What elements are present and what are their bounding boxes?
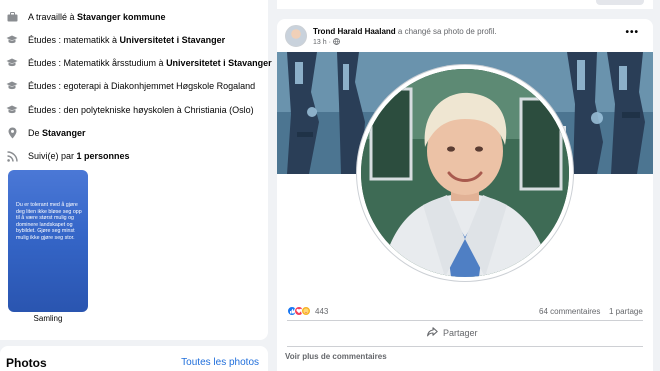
briefcase-icon (6, 11, 18, 23)
post-action: a changé sa photo de profil. (395, 27, 497, 36)
intro-card: A travaillé à Stavanger kommune Études :… (0, 0, 272, 340)
post-timestamp[interactable]: 13 h · (313, 38, 340, 47)
graduation-cap-icon (6, 104, 18, 116)
intro-item-study[interactable]: Études : Matematikk årsstudium à Univers… (6, 54, 272, 72)
graduation-cap-icon (6, 80, 18, 92)
intro-item-work[interactable]: A travaillé à Stavanger kommune (6, 8, 166, 26)
intro-item-text: Études : den polytekniske høyskolen à Ch… (28, 105, 254, 115)
see-more-comments-link[interactable]: Voir plus de commentaires (285, 352, 387, 361)
previous-post-button[interactable] (596, 0, 644, 5)
reaction-count: 443 (315, 306, 329, 316)
intro-item-text: De Stavanger (28, 128, 86, 138)
avatar[interactable] (285, 25, 307, 47)
share-button[interactable]: Partager (427, 325, 478, 341)
divider (287, 346, 643, 347)
intro-item-text: Études : matematikk à Universitetet i St… (28, 35, 226, 45)
featured-story-card[interactable]: Du er tolerant med å gjøre deg liten ikk… (8, 170, 88, 312)
reactions-summary[interactable]: 443 (287, 306, 328, 316)
rss-icon (6, 150, 18, 162)
graduation-cap-icon (6, 57, 18, 69)
graduation-cap-icon (6, 34, 18, 46)
intro-item-text: Suivi(e) par 1 personnes (28, 151, 130, 161)
divider (287, 320, 643, 321)
post-author[interactable]: Trond Harald Haaland (313, 27, 396, 36)
intro-item-study[interactable]: Études : matematikk à Universitetet i St… (6, 31, 225, 49)
share-label: Partager (443, 328, 478, 338)
photos-card: Photos Toutes les photos (0, 346, 268, 371)
post-header-text: Trond Harald Haaland a changé sa photo d… (313, 27, 497, 36)
care-reaction-icon (301, 306, 311, 316)
intro-item-study[interactable]: Études : den polytekniske høyskolen à Ch… (6, 101, 254, 119)
intro-item-followers[interactable]: Suivi(e) par 1 personnes (6, 147, 130, 165)
more-options-icon[interactable]: ••• (625, 27, 639, 38)
intro-item-text: Études : Matematikk årsstudium à Univers… (28, 58, 272, 68)
intro-item-hometown[interactable]: De Stavanger (6, 124, 86, 142)
profile-photo[interactable] (361, 69, 569, 277)
intro-item-text: A travaillé à Stavanger kommune (28, 12, 166, 22)
intro-item-text: Études : egoterapi à Diakonhjemmet Høgsk… (28, 81, 256, 91)
story-label: Samling (33, 314, 63, 323)
comments-count[interactable]: 64 commentaires (539, 307, 600, 316)
post-card: Trond Harald Haaland a changé sa photo d… (277, 19, 653, 371)
all-photos-link[interactable]: Toutes les photos (181, 357, 259, 368)
globe-icon (332, 38, 340, 47)
intro-item-study[interactable]: Études : egoterapi à Diakonhjemmet Høgsk… (6, 77, 255, 95)
story-text: Du er tolerant med å gjøre deg liten ikk… (16, 202, 82, 241)
shares-count[interactable]: 1 partage (609, 307, 643, 316)
share-icon (427, 327, 438, 339)
location-pin-icon (6, 127, 18, 139)
photos-title: Photos (6, 356, 47, 370)
profile-photo-image (361, 69, 569, 277)
